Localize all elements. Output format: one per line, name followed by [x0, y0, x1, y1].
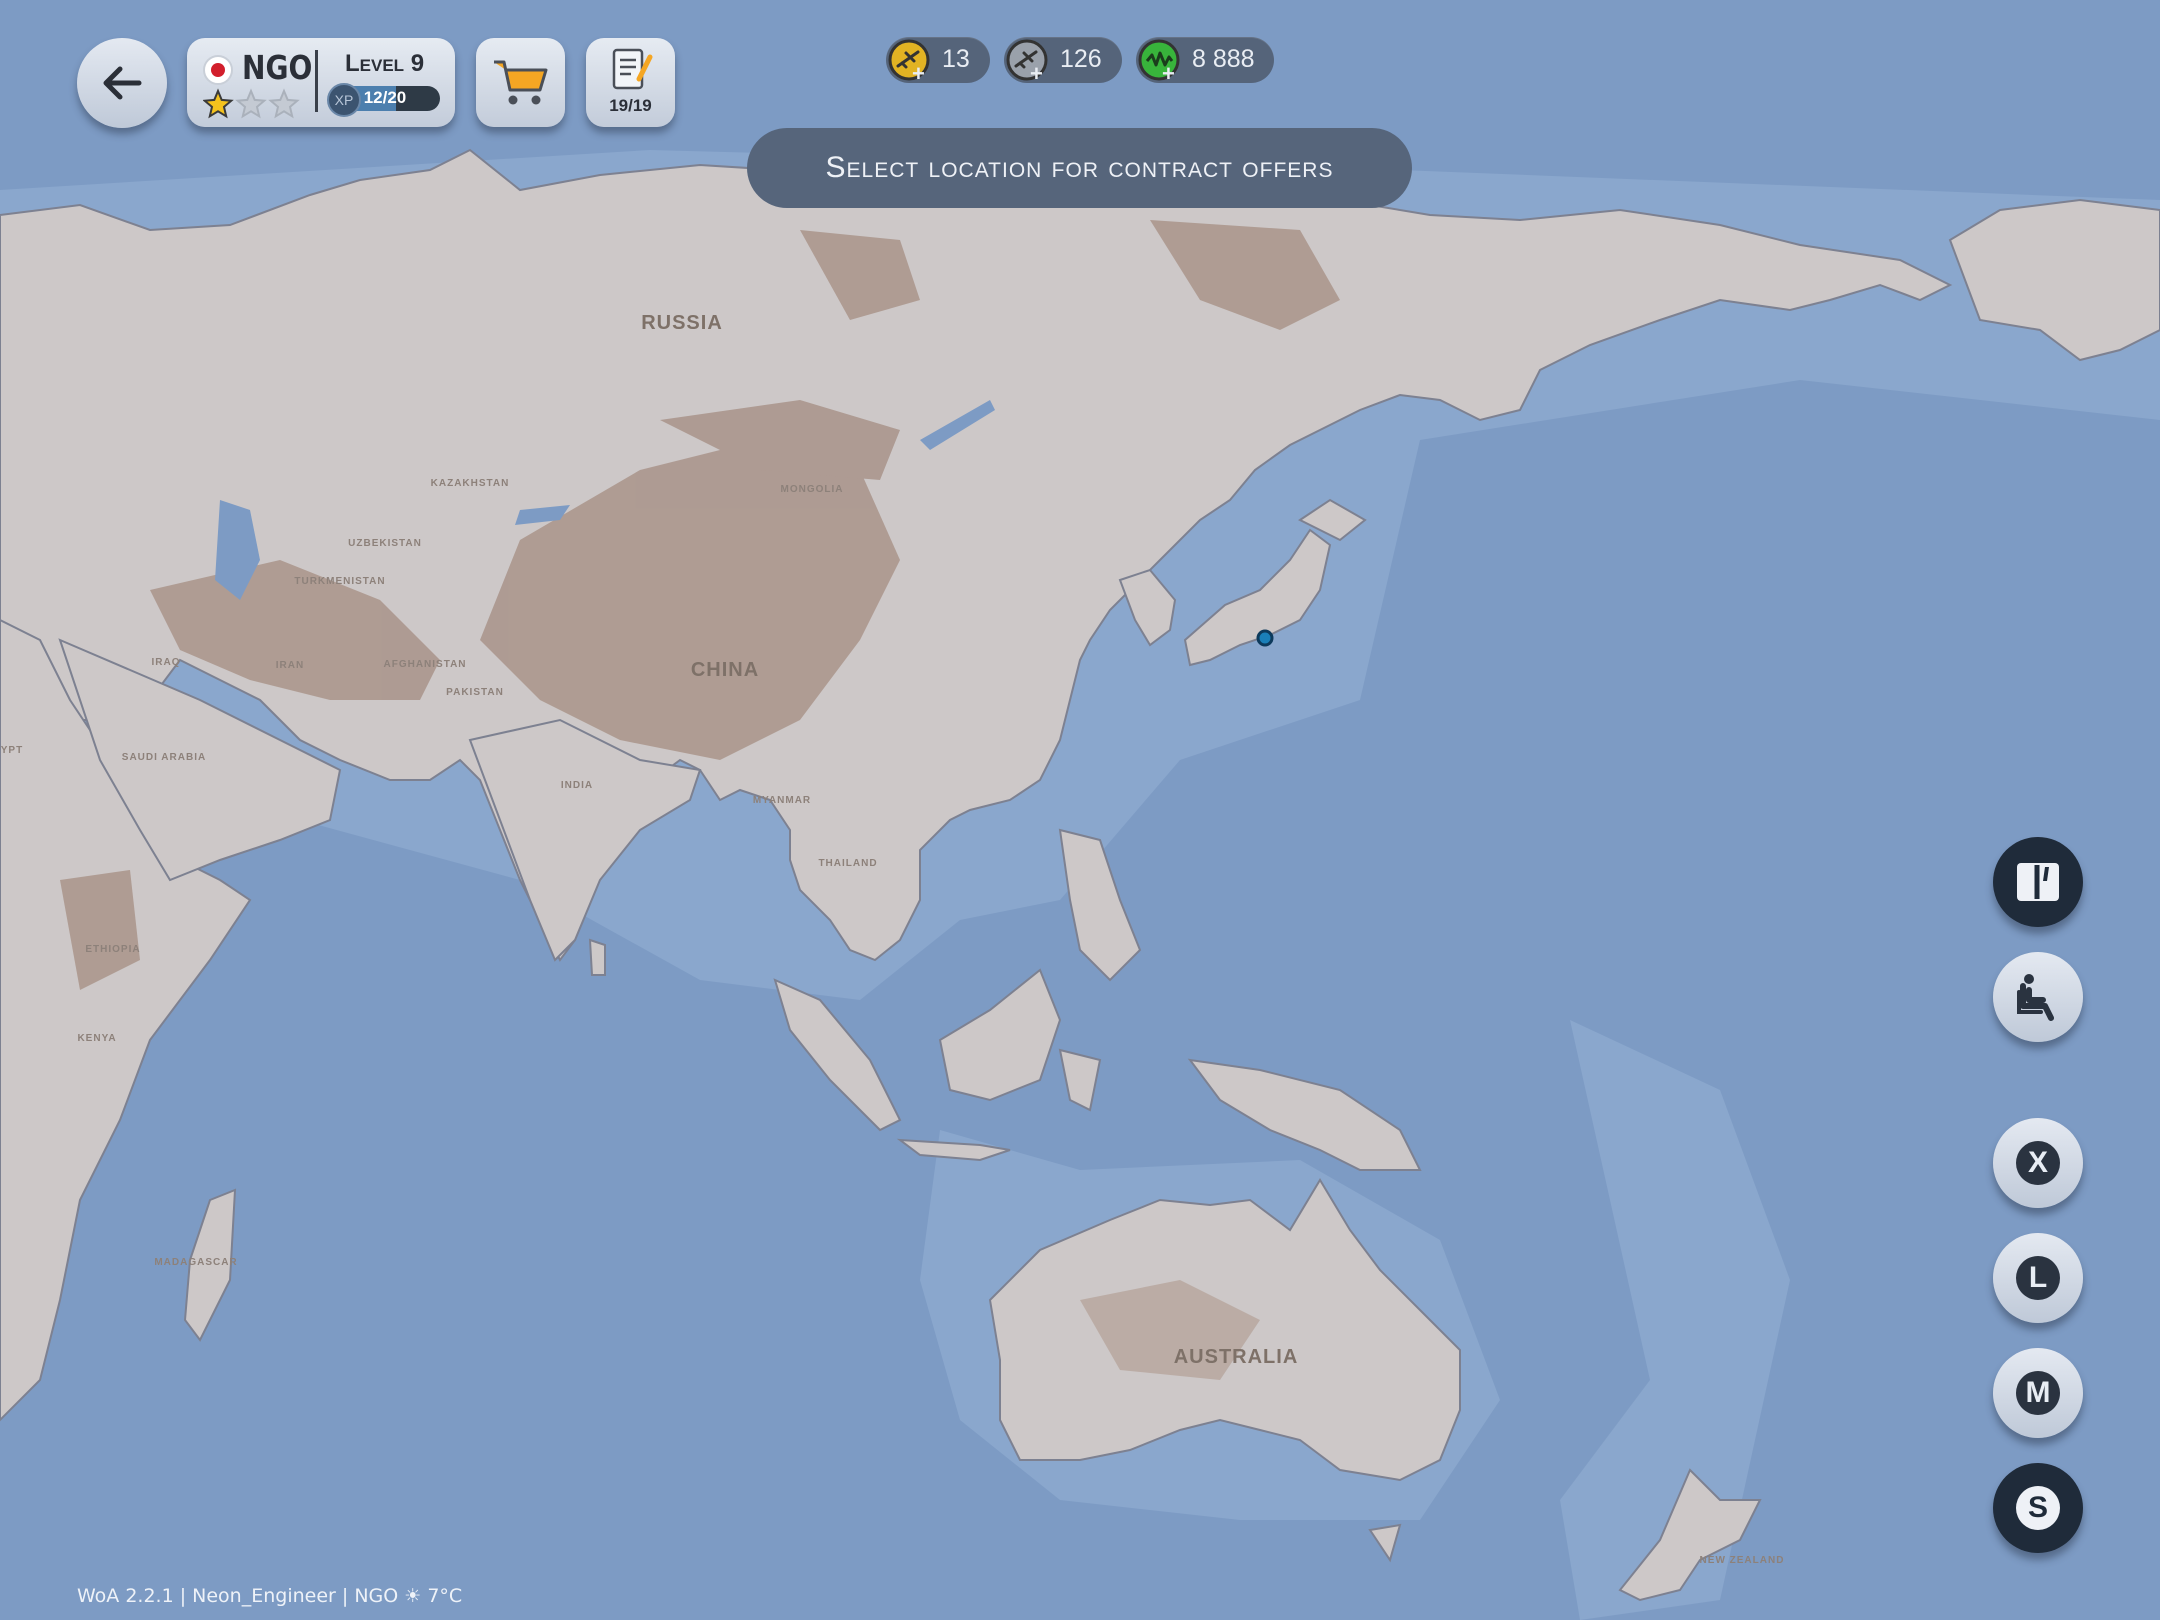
- label-egypt: YPT: [1, 745, 23, 756]
- label-turkmenistan: TURKMENISTAN: [294, 576, 385, 587]
- filter-s-button[interactable]: S: [1993, 1463, 2083, 1553]
- x-label: X: [2016, 1141, 2060, 1185]
- add-icon: +: [1162, 61, 1175, 86]
- label-australia: AUSTRALIA: [1174, 1346, 1299, 1368]
- label-saudi-arabia: SAUDI ARABIA: [122, 752, 206, 763]
- passenger-seat-icon: [2017, 974, 2054, 1021]
- level-label: Level 9: [345, 50, 425, 77]
- label-afghanistan: AFGHANISTAN: [383, 659, 466, 670]
- label-ethiopia: ETHIOPIA: [85, 944, 140, 955]
- japan-flag-icon: [203, 55, 233, 85]
- label-myanmar: MYANMAR: [753, 795, 811, 806]
- label-china: CHINA: [691, 659, 759, 681]
- label-uzbekistan: UZBEKISTAN: [348, 538, 422, 549]
- panel-toggle-icon: [2017, 863, 2059, 901]
- star-filled-icon: [203, 88, 234, 119]
- label-kazakhstan: KAZAKHSTAN: [431, 478, 510, 489]
- label-mongolia: MONGOLIA: [781, 484, 844, 495]
- l-label: L: [2016, 1256, 2060, 1300]
- world-map[interactable]: RUSSIA CHINA AUSTRALIA MONGOLIA KAZAKHST…: [0, 0, 2160, 1620]
- shopping-cart-icon: [494, 60, 548, 105]
- filter-m-button[interactable]: M: [1993, 1348, 2083, 1438]
- currency-cash[interactable]: + 8 888: [1136, 37, 1274, 86]
- label-iraq: IRAQ: [152, 657, 181, 668]
- airport-info-card[interactable]: NGO Level 9 12/20 XP: [187, 38, 455, 127]
- arrow-left-icon: [103, 66, 142, 100]
- airport-code: NGO: [242, 48, 313, 87]
- label-russia: RUSSIA: [641, 312, 723, 334]
- card-divider: [315, 50, 318, 112]
- xp-badge: XP: [327, 83, 361, 117]
- label-thailand: THAILAND: [818, 858, 877, 869]
- shop-button[interactable]: [476, 38, 565, 127]
- label-kenya: KENYA: [77, 1033, 116, 1044]
- filter-l-button[interactable]: L: [1993, 1233, 2083, 1323]
- grey-planes-value: 126: [1060, 45, 1102, 73]
- label-pakistan: PAKISTAN: [446, 687, 504, 698]
- passenger-button[interactable]: [1993, 952, 2083, 1042]
- currency-gold-planes[interactable]: + 13: [886, 37, 990, 86]
- panel-toggle-button[interactable]: [1993, 837, 2083, 927]
- label-india: INDIA: [561, 780, 593, 791]
- contract-document-icon: [612, 48, 653, 90]
- star-empty-icon: [235, 88, 267, 119]
- currency-grey-planes[interactable]: + 126: [1004, 37, 1122, 86]
- contracts-button[interactable]: 19/19: [586, 38, 675, 127]
- s-label: S: [2016, 1486, 2060, 1530]
- airport-marker-ngo[interactable]: [1256, 629, 1274, 647]
- instruction-banner: Select location for contract offers: [747, 128, 1412, 208]
- star-rating: [203, 88, 300, 119]
- add-icon: +: [1030, 61, 1043, 86]
- version-footer: WoA 2.2.1 | Neon_Engineer | NGO ☀ 7°C: [77, 1585, 463, 1607]
- cash-value: 8 888: [1192, 45, 1255, 73]
- back-button[interactable]: [77, 38, 167, 128]
- contracts-count: 19/19: [609, 96, 652, 115]
- add-icon: +: [912, 61, 925, 86]
- label-madagascar: MADAGASCAR: [154, 1257, 237, 1268]
- gold-planes-value: 13: [942, 45, 970, 73]
- filter-x-button[interactable]: X: [1993, 1118, 2083, 1208]
- label-iran: IRAN: [276, 660, 304, 671]
- m-label: M: [2016, 1371, 2060, 1415]
- star-empty-icon: [268, 88, 300, 119]
- label-new-zealand: NEW ZEALAND: [1700, 1555, 1785, 1566]
